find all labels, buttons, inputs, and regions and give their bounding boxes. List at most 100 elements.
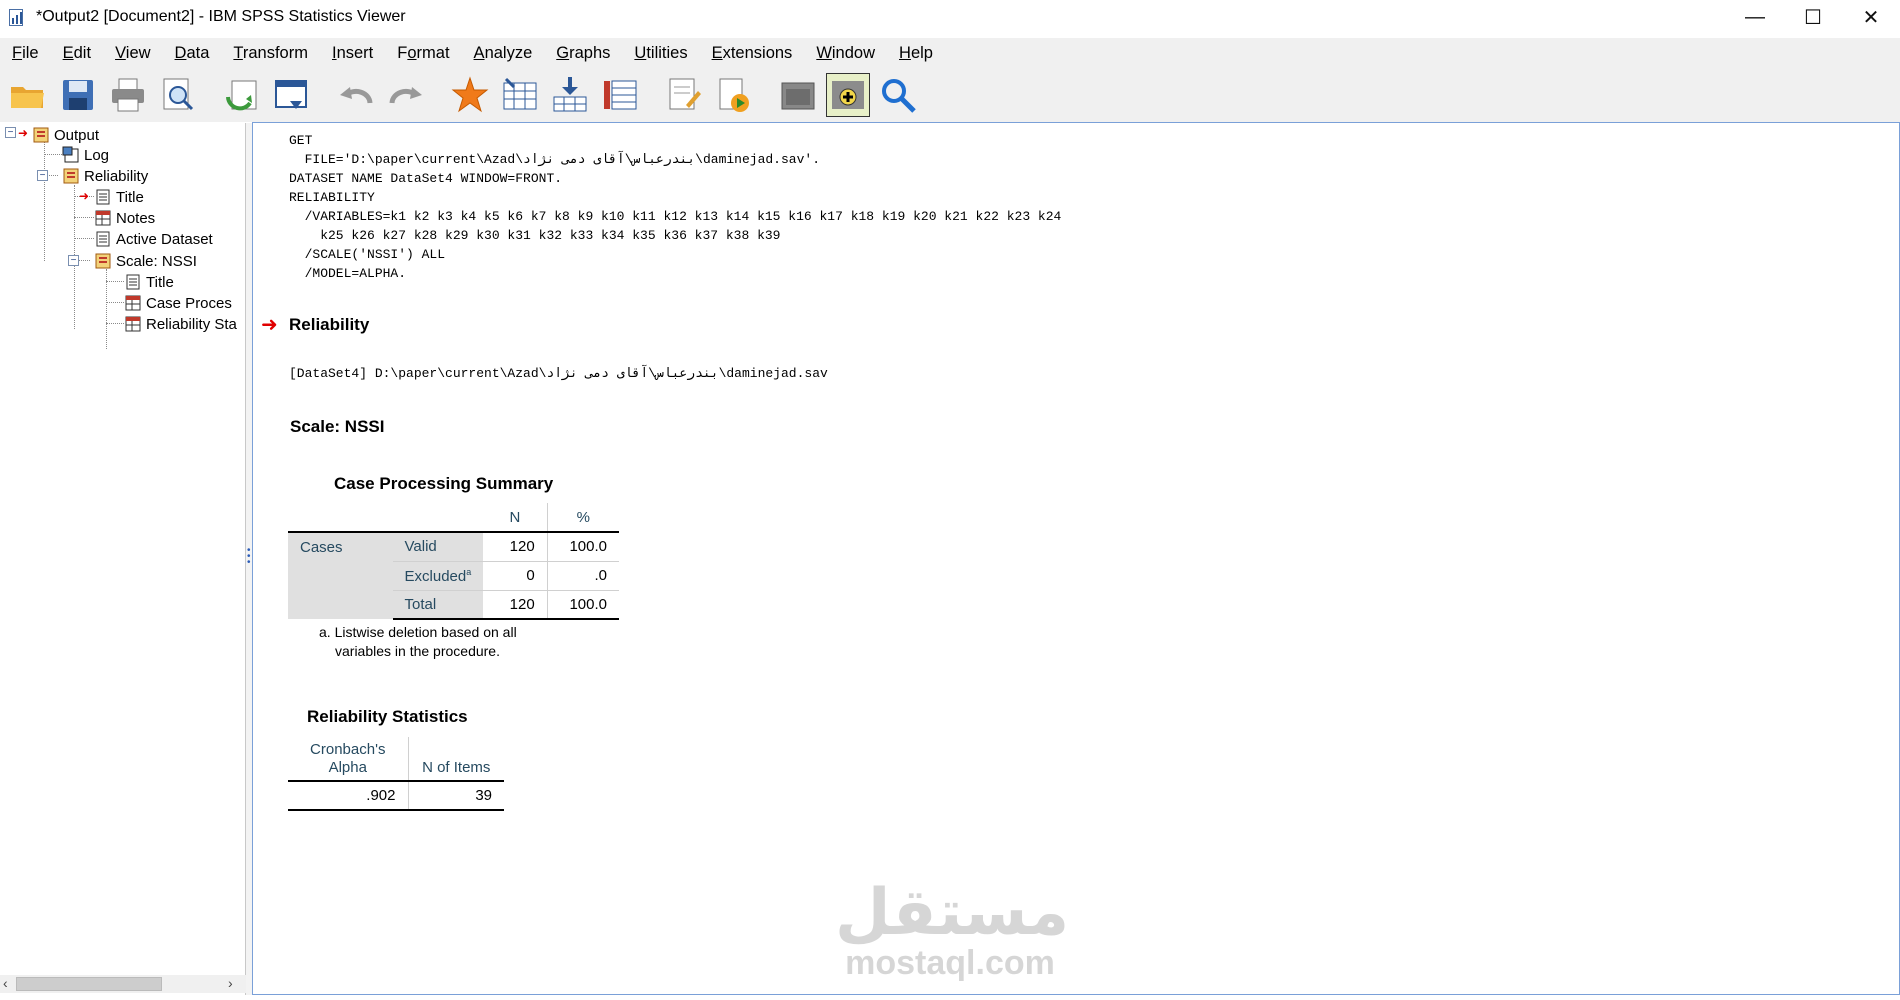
print-icon[interactable] [106, 73, 150, 117]
menu-window[interactable]: Window [804, 44, 887, 63]
spss-app-icon [6, 6, 28, 28]
scroll-left-icon[interactable]: ‹ [3, 975, 8, 991]
scale-book-icon [94, 252, 112, 270]
goto-case-icon[interactable] [448, 73, 492, 117]
outline-title[interactable]: Title [94, 187, 144, 207]
collapse-output-toggle[interactable]: − [5, 127, 16, 138]
search-icon[interactable] [876, 73, 920, 117]
row-label-total: Total [392, 590, 484, 620]
case-table-icon [124, 294, 142, 312]
title-arrow-icon: ➜ [79, 189, 90, 203]
case-summary-footnote: a. Listwise deletion based on all variab… [319, 624, 517, 659]
outline-notes[interactable]: Notes [94, 208, 155, 228]
header-n-items: N of Items [422, 759, 491, 776]
menu-utilities[interactable]: Utilities [622, 44, 699, 63]
menu-help[interactable]: Help [887, 44, 945, 63]
show-icon[interactable] [826, 73, 870, 117]
outline-output[interactable]: Output [32, 125, 99, 145]
insert-cases-icon[interactable] [548, 73, 592, 117]
row-label-valid: Valid [392, 531, 484, 562]
cell-valid-pct: 100.0 [547, 531, 619, 562]
header-empty [288, 503, 393, 532]
reliability-stats-title: Reliability Statistics [307, 707, 468, 726]
log-icon [62, 146, 80, 164]
maximize-button[interactable]: ☐ [1784, 0, 1842, 34]
scrollbar-thumb[interactable] [16, 977, 162, 991]
syntax-block: GET FILE='D:\paper\current\Azad\بندرعباس… [289, 133, 1062, 281]
outline-horizontal-scrollbar[interactable]: ‹ › [0, 975, 246, 993]
outline-active-dataset[interactable]: Active Dataset [94, 229, 213, 249]
collapse-scale-toggle[interactable]: − [68, 255, 79, 266]
menu-format[interactable]: Format [385, 44, 461, 63]
reliability-heading: Reliability [289, 314, 370, 334]
goto-variable-icon[interactable] [498, 73, 542, 117]
mostaql-watermark: مستقل mostaql.com [835, 876, 1070, 982]
title-bar: *Output2 [Document2] - IBM SPSS Statisti… [0, 0, 1900, 34]
toolbar [0, 68, 1900, 122]
current-output-arrow-icon: ➜ [261, 314, 278, 336]
hide-icon[interactable] [776, 73, 820, 117]
stats-table-icon [124, 315, 142, 333]
scale-title[interactable]: Scale: NSSI [290, 417, 385, 437]
header-cronbach-alpha: Cronbach's Alpha [288, 737, 409, 781]
scale-title-page-icon [124, 273, 142, 291]
menu-insert[interactable]: Insert [320, 44, 385, 63]
output-content-pane: GET FILE='D:\paper\current\Azad\بندرعباس… [252, 122, 1900, 995]
close-button[interactable]: ✕ [1842, 0, 1900, 34]
redo-icon[interactable] [384, 73, 428, 117]
window-title: *Output2 [Document2] - IBM SPSS Statisti… [36, 8, 406, 25]
cell-total-pct: 100.0 [547, 590, 619, 620]
outline-pane: − ➜ Output Log − Reliability ➜ Title Not… [0, 123, 246, 995]
title-page-icon [94, 188, 112, 206]
menu-file[interactable]: File [0, 44, 51, 63]
collapse-reliability-toggle[interactable]: − [37, 170, 48, 181]
menu-graphs[interactable]: Graphs [544, 44, 622, 63]
table-row: .902 39 [288, 780, 504, 811]
menu-data[interactable]: Data [163, 44, 222, 63]
menu-analyze[interactable]: Analyze [462, 44, 545, 63]
outline-log[interactable]: Log [62, 145, 109, 165]
undo-icon[interactable] [334, 73, 378, 117]
export-icon[interactable] [220, 73, 264, 117]
table-row: Cases Valid 120 100.0 [288, 531, 619, 619]
row-label-excluded: Excludeda [392, 561, 484, 591]
designate-window-icon[interactable] [662, 73, 706, 117]
menu-transform[interactable]: Transform [221, 44, 320, 63]
splitter-grip-icon[interactable]: • • • [247, 546, 251, 568]
menu-view[interactable]: View [103, 44, 162, 63]
outline-scale-title[interactable]: Title [124, 272, 174, 292]
cell-excluded-pct: .0 [547, 561, 619, 591]
outline-reliability-stats[interactable]: Reliability Sta [124, 314, 237, 334]
reliability-stats-table[interactable]: Cronbach's Alpha N of Items .902 39 [288, 737, 504, 811]
variables-icon[interactable] [598, 73, 642, 117]
case-processing-table[interactable]: N % Cases Valid 120 100.0 Excludeda 0 .0… [288, 503, 619, 620]
cell-excluded-n: 0 [483, 561, 548, 591]
open-folder-icon[interactable] [6, 73, 50, 117]
menu-edit[interactable]: Edit [51, 44, 103, 63]
run-script-icon[interactable] [712, 73, 756, 117]
outline-reliability[interactable]: Reliability [62, 166, 148, 186]
header-n: N [483, 503, 548, 532]
cell-alpha: .902 [288, 780, 409, 811]
active-dataset-icon [94, 230, 112, 248]
output-book-icon [32, 126, 50, 144]
reliability-heading-row[interactable]: ➜ Reliability [261, 312, 369, 337]
cell-total-n: 120 [483, 590, 548, 620]
cell-n-items: 39 [408, 780, 504, 811]
scroll-right-icon[interactable]: › [228, 975, 233, 991]
cases-group-label: Cases [288, 531, 393, 619]
current-item-arrow-icon: ➜ [18, 126, 29, 140]
reliability-book-icon [62, 167, 80, 185]
outline-case-processing[interactable]: Case Proces [124, 293, 232, 313]
dataset-line: [DataSet4] D:\paper\current\Azad\بندرعبا… [289, 366, 828, 381]
save-icon[interactable] [56, 73, 100, 117]
case-summary-title: Case Processing Summary [334, 474, 554, 493]
header-pct: % [576, 508, 591, 526]
cell-valid-n: 120 [483, 531, 548, 562]
print-preview-icon[interactable] [156, 73, 200, 117]
menu-extensions[interactable]: Extensions [700, 44, 805, 63]
goto-data-icon[interactable] [270, 73, 314, 117]
menu-bar: File Edit View Data Transform Insert For… [0, 38, 1900, 68]
minimize-button[interactable]: — [1726, 0, 1784, 34]
outline-scale-nssi[interactable]: Scale: NSSI [94, 251, 197, 271]
